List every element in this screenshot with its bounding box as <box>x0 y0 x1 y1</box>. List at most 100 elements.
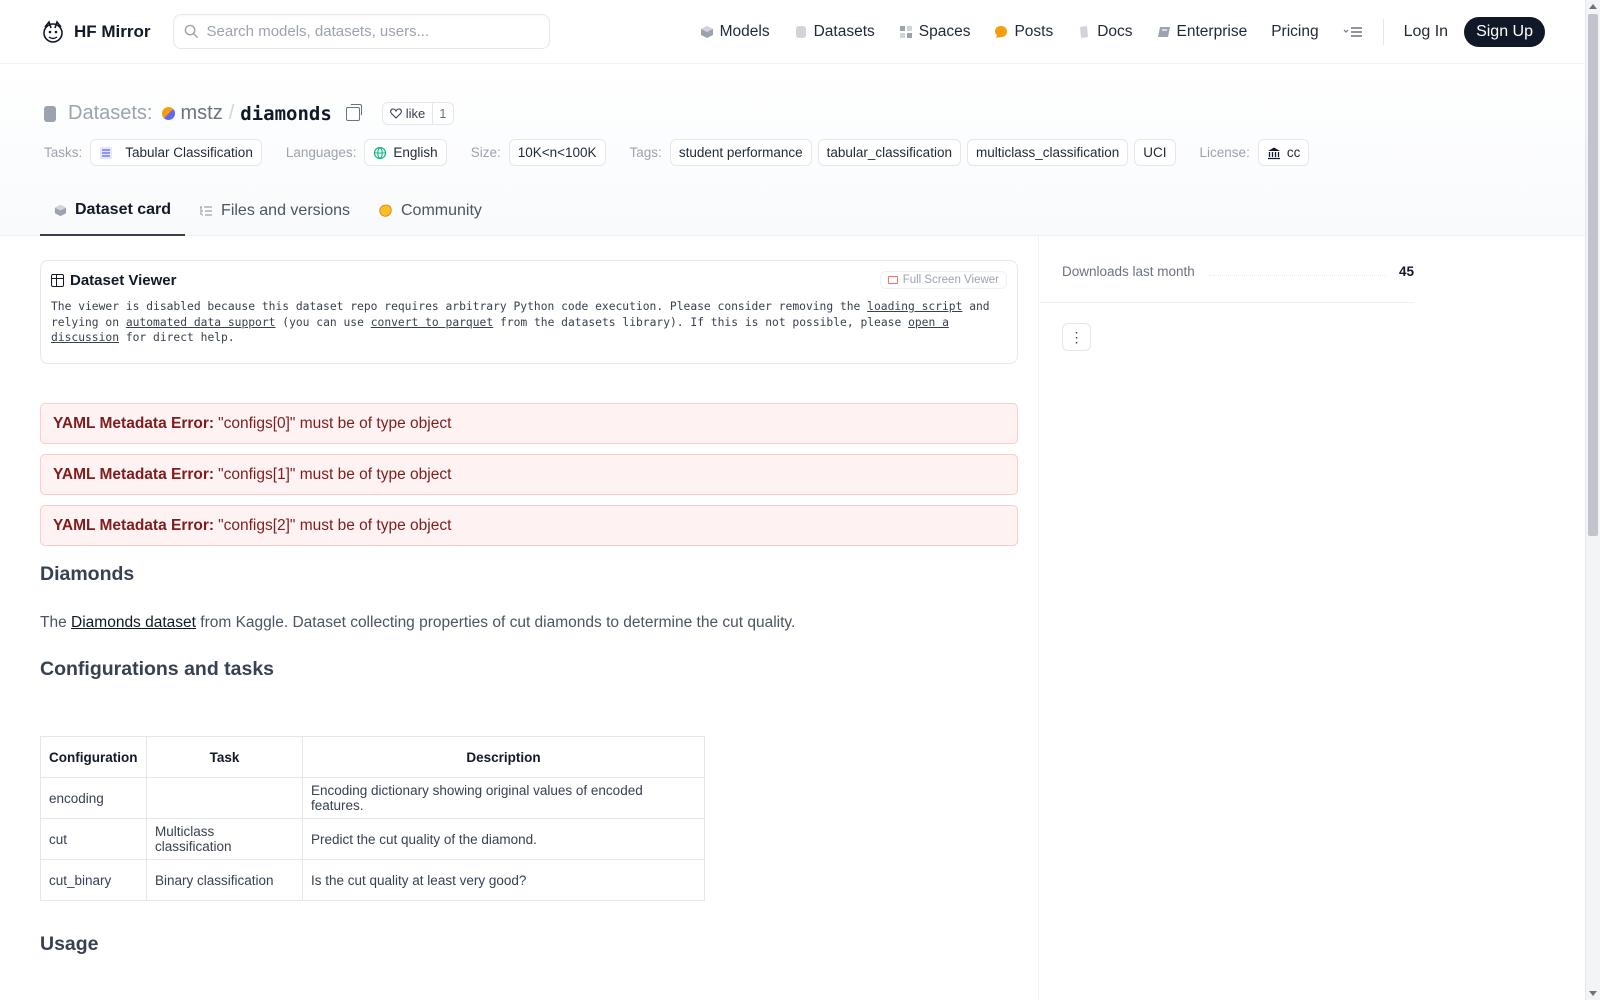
tag-license[interactable]: cc <box>1257 139 1310 166</box>
file-tree-icon <box>200 205 213 216</box>
tag-language-label: English <box>393 145 438 160</box>
tag-size[interactable]: 10K<n<100K <box>508 139 606 166</box>
nav-enterprise[interactable]: Enterprise <box>1145 23 1260 41</box>
cube-icon <box>700 25 713 38</box>
nav-spaces[interactable]: Spaces <box>887 23 983 41</box>
loading-script-link[interactable]: loading script <box>867 300 962 313</box>
table-row: cut Multiclass classification Predict th… <box>40 818 705 860</box>
nav-posts[interactable]: Posts <box>982 23 1065 41</box>
community-icon <box>379 204 392 217</box>
sidebar-separator <box>1040 302 1414 303</box>
nav-more-menu[interactable] <box>1331 25 1375 39</box>
fullscreen-viewer-button[interactable]: Full Screen Viewer <box>879 271 1007 289</box>
yaml-error-prefix: YAML Metadata Error: <box>53 516 215 534</box>
sidebar-divider <box>1038 236 1039 1000</box>
table-header-row: Configuration Task Description <box>40 736 705 778</box>
copy-icon[interactable] <box>345 103 362 121</box>
nav-pricing-label: Pricing <box>1271 22 1319 40</box>
tag-item[interactable]: tabular_classification <box>817 139 961 166</box>
tag-task[interactable]: Tabular Classification <box>90 139 262 166</box>
tag-item[interactable]: student performance <box>669 139 812 166</box>
yaml-error-message: "configs[0]" must be of type object <box>218 414 452 432</box>
nav-models-label: Models <box>719 22 770 40</box>
tags-label: Tags: <box>629 145 662 160</box>
database-icon <box>44 105 56 122</box>
viewer-msg-text: The viewer is disabled because this data… <box>51 300 861 313</box>
database-icon <box>795 25 806 38</box>
user-link[interactable]: mstz <box>162 102 223 125</box>
section-link[interactable]: Datasets: <box>68 102 152 125</box>
more-options-button[interactable]: ⋮ <box>1062 323 1091 351</box>
yaml-error-message: "configs[2]" must be of type object <box>218 516 452 534</box>
tag-size-label: 10K<n<100K <box>517 145 597 160</box>
fullscreen-label: Full Screen Viewer <box>902 274 999 286</box>
table-grid-icon <box>51 274 64 287</box>
viewer-title: Dataset Viewer <box>70 272 177 289</box>
tag-license-label: cc <box>1286 145 1301 160</box>
diamonds-dataset-link[interactable]: Diamonds dataset <box>71 614 196 631</box>
table-cell <box>146 777 303 819</box>
intro-paragraph: The Diamonds dataset from Kaggle. Datase… <box>40 614 1018 632</box>
menu-icon <box>1343 26 1362 37</box>
tab-dataset-card[interactable]: Dataset card <box>40 186 186 236</box>
user-avatar <box>162 107 176 120</box>
search-box[interactable] <box>172 14 550 49</box>
languages-label: Languages: <box>285 145 357 160</box>
yaml-error-message: "configs[1]" must be of type object <box>218 465 452 483</box>
page-scrollbar[interactable] <box>1585 0 1600 1000</box>
tag-item[interactable]: UCI <box>1134 139 1176 166</box>
viewer-header: Dataset Viewer <box>51 272 1007 289</box>
brand-link[interactable]: HF Mirror <box>40 19 151 45</box>
yaml-error-alert: YAML Metadata Error: "configs[1]" must b… <box>40 454 1018 495</box>
table-cell: cut <box>40 818 147 860</box>
repo-name[interactable]: diamonds <box>240 103 332 125</box>
scroll-down-arrow-icon[interactable] <box>1589 991 1597 996</box>
tag-language[interactable]: English <box>364 139 447 166</box>
top-navbar: HF Mirror Models Datasets Spaces Posts D… <box>0 0 1585 64</box>
tab-files-versions-label: Files and versions <box>221 202 350 219</box>
size-label: Size: <box>470 145 501 160</box>
table-cell: Encoding dictionary showing original val… <box>302 777 705 819</box>
yaml-error-alert: YAML Metadata Error: "configs[0]" must b… <box>40 403 1018 444</box>
tag-item-label: student performance <box>678 145 803 160</box>
table-cell: encoding <box>40 777 147 819</box>
downloads-count: 45 <box>1398 264 1414 279</box>
repo-tabs: Dataset card Files and versions Communit… <box>40 186 496 236</box>
tab-dataset-card-label: Dataset card <box>75 201 172 218</box>
tab-community-label: Community <box>401 202 482 219</box>
tab-community[interactable]: Community <box>364 186 496 236</box>
brand-name: HF Mirror <box>74 21 151 41</box>
nav-enterprise-label: Enterprise <box>1176 22 1248 40</box>
nav-spaces-label: Spaces <box>918 22 971 40</box>
tag-item[interactable]: multiclass_classification <box>966 139 1129 166</box>
scroll-up-arrow-icon[interactable] <box>1589 4 1597 9</box>
heading-diamonds: Diamonds <box>40 563 135 585</box>
automated-data-support-link[interactable]: automated data support <box>126 316 276 329</box>
nav-divider <box>1382 18 1384 45</box>
tag-item-label: tabular_classification <box>826 145 952 160</box>
tag-task-label: Tabular Classification <box>125 145 253 160</box>
signup-button[interactable]: Sign Up <box>1464 16 1545 47</box>
table-icon <box>100 146 113 159</box>
metadata-tags: Tasks: Tabular Classification Languages:… <box>44 139 1310 166</box>
nav-datasets-label: Datasets <box>813 22 875 40</box>
like-button[interactable]: like 1 <box>381 102 454 125</box>
table-cell: cut_binary <box>40 859 147 901</box>
nav-pricing[interactable]: Pricing <box>1259 23 1330 41</box>
scrollbar-thumb[interactable] <box>1588 14 1598 536</box>
spaces-icon <box>899 25 912 38</box>
heading-configurations: Configurations and tasks <box>40 658 275 680</box>
nav-models[interactable]: Models <box>688 23 782 41</box>
tab-files-versions[interactable]: Files and versions <box>185 186 364 236</box>
table-row: cut_binary Binary classification Is the … <box>40 859 705 901</box>
tasks-label: Tasks: <box>44 145 83 160</box>
search-input[interactable] <box>206 23 527 40</box>
repo-title: Datasets: mstz / diamonds like 1 <box>44 102 454 125</box>
login-link[interactable]: Log In <box>1392 23 1460 41</box>
like-count: 1 <box>432 103 452 124</box>
nav-docs[interactable]: Docs <box>1065 23 1144 41</box>
convert-to-parquet-link[interactable]: convert to parquet <box>371 316 493 329</box>
path-slash: / <box>228 102 235 124</box>
nav-datasets[interactable]: Datasets <box>782 23 887 41</box>
dataset-viewer: Dataset Viewer Full Screen Viewer The vi… <box>40 260 1018 364</box>
